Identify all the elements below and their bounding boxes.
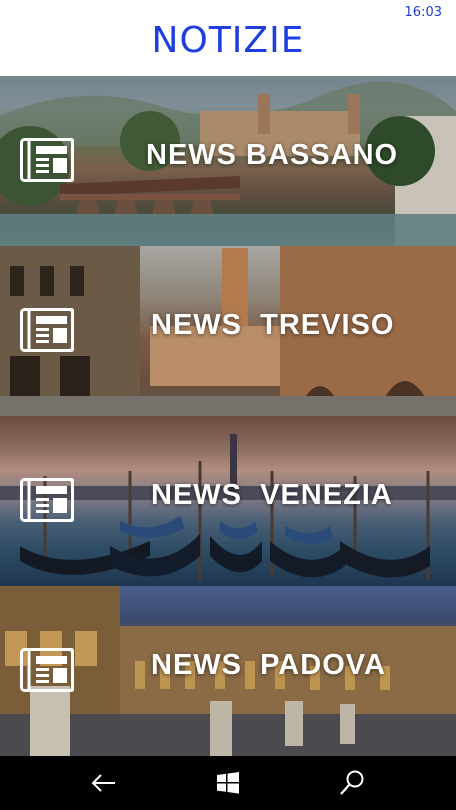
system-nav-bar [0,756,456,810]
tile-label-row: NEWS VENEZIA [0,471,456,531]
tile-news-treviso[interactable]: NEWS TREVISO [0,246,456,416]
news-tiles-list: NEWS BASSANO NEWS TREVISO NEWS VENEZIA N… [0,76,456,756]
home-button[interactable] [212,767,244,799]
app-header: NOTIZIE [0,0,456,76]
tile-news-bassano[interactable]: NEWS BASSANO [0,76,456,246]
app-screen: 16:03 NOTIZIE NEWS BASSANO NEWS TREVISO … [0,0,456,810]
windows-logo-icon [217,772,239,794]
back-button[interactable] [88,767,120,799]
newspaper-icon [20,308,74,352]
tile-news-venezia[interactable]: NEWS VENEZIA [0,416,456,586]
back-arrow-icon [91,774,115,792]
search-button[interactable] [336,767,368,799]
tile-label-row: NEWS TREVISO [0,301,456,361]
newspaper-icon [20,648,74,692]
tile-label: NEWS VENEZIA [151,479,393,511]
tile-label: NEWS TREVISO [151,309,395,341]
newspaper-icon [20,138,74,182]
newspaper-icon [20,478,74,522]
tile-news-padova[interactable]: NEWS PADOVA [0,586,456,756]
tile-label-row: NEWS BASSANO [0,131,456,191]
tile-label: NEWS PADOVA [151,649,386,681]
search-icon [340,770,364,795]
tile-label: NEWS BASSANO [146,139,399,171]
page-title: NOTIZIE [151,19,305,61]
tile-label-row: NEWS PADOVA [0,641,456,701]
